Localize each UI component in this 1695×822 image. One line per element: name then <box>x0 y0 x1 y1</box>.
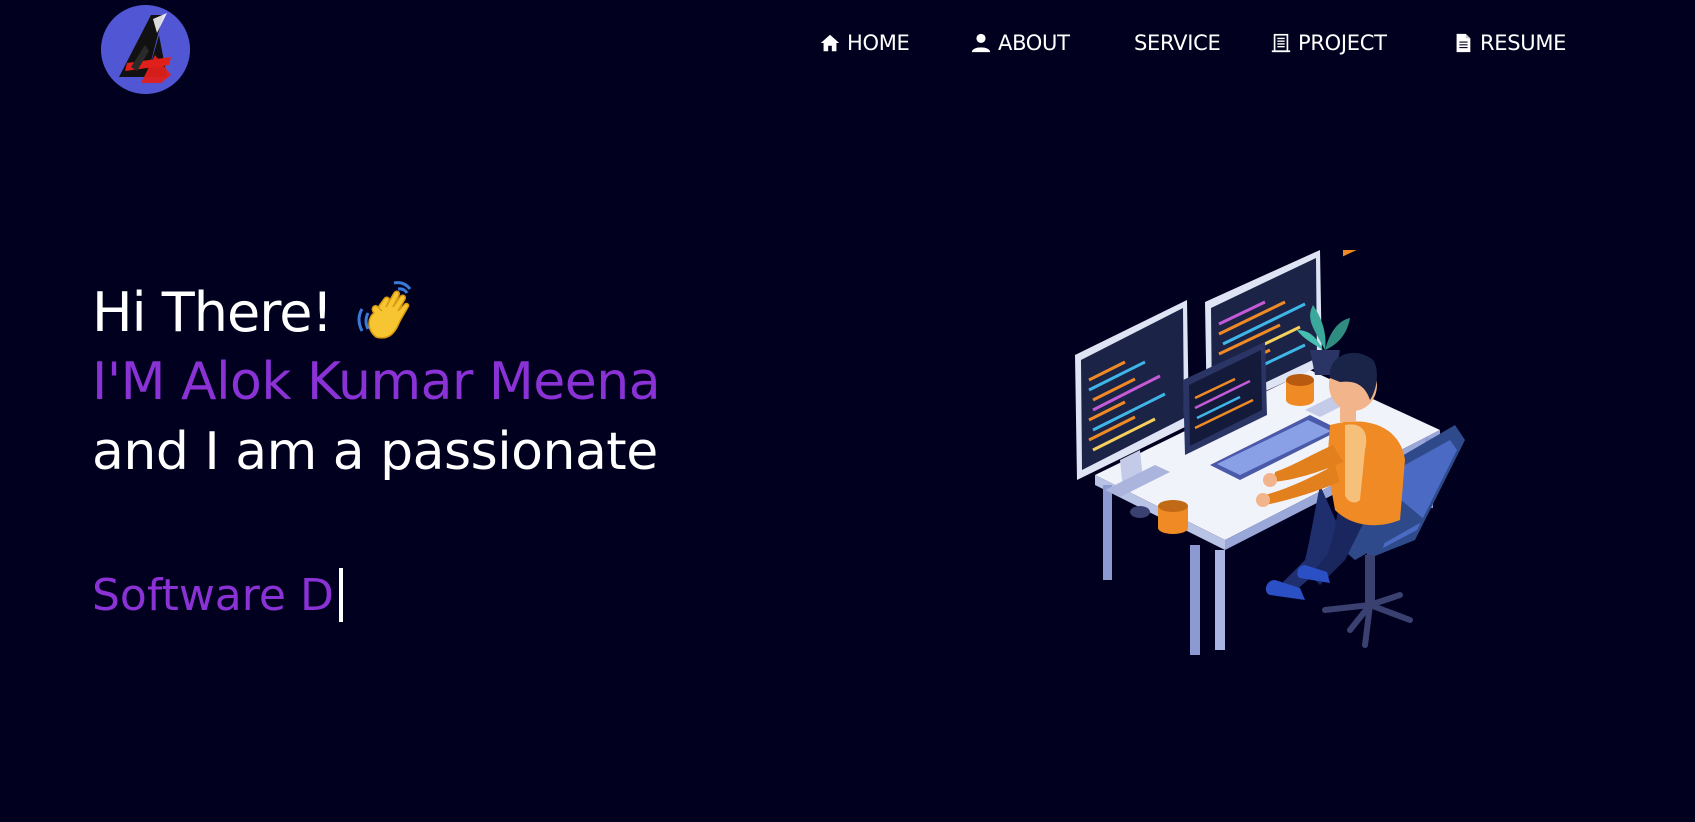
waving-hand-icon <box>354 279 422 345</box>
nav-project[interactable]: PROJECT <box>1270 26 1387 60</box>
nav-service-label: SERVICE <box>1134 31 1221 55</box>
typed-role: Software D <box>92 569 334 621</box>
nav-resume-label: RESUME <box>1480 31 1567 55</box>
logo-mark-icon <box>101 5 190 94</box>
user-icon <box>970 32 992 54</box>
greeting-text: Hi There! <box>92 280 333 344</box>
intro-text: and I am a passionate <box>92 422 658 482</box>
greeting-heading: Hi There! <box>92 279 422 345</box>
nav-service[interactable]: SERVICE <box>1134 26 1221 60</box>
document-icon <box>1452 32 1474 54</box>
nav-about-label: ABOUT <box>998 31 1070 55</box>
typing-cursor <box>338 568 343 622</box>
nav-home[interactable]: HOME <box>819 26 910 60</box>
typewriter-text: Software D <box>92 568 343 622</box>
building-icon <box>1270 32 1292 54</box>
home-icon <box>819 32 841 54</box>
nav-about[interactable]: ABOUT <box>970 26 1070 60</box>
page: HOME ABOUT SERVICE PROJECT RESUME Hi The… <box>0 0 1695 822</box>
nav-home-label: HOME <box>847 31 910 55</box>
site-logo[interactable] <box>101 5 190 94</box>
nav-project-label: PROJECT <box>1298 31 1387 55</box>
nav-resume[interactable]: RESUME <box>1452 26 1566 60</box>
developer-at-desk-illustration <box>1065 250 1505 690</box>
name-heading: I'M Alok Kumar Meena <box>92 352 661 412</box>
